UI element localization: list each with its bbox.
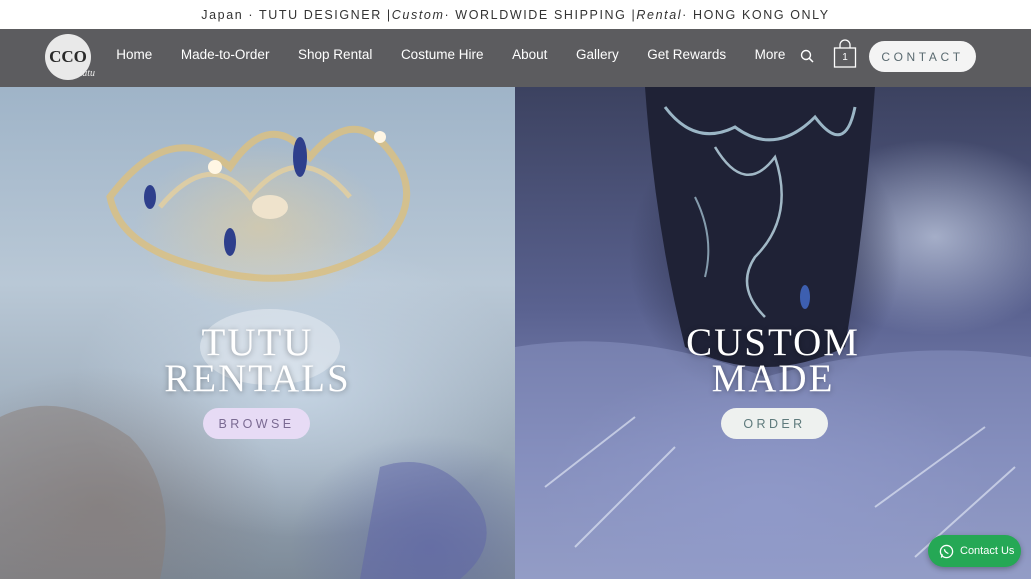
custom-made-title-line1: CUSTOM	[686, 321, 860, 364]
rentals-title-line1: TUTU	[201, 321, 314, 364]
rentals-title-line2: RENTALS	[164, 357, 351, 400]
announcement-text-2: Custom	[391, 7, 445, 22]
nav-item-about[interactable]: About	[498, 47, 562, 62]
nav-item-made-to-order[interactable]: Made-to-Order	[167, 47, 284, 62]
order-button[interactable]: ORDER	[721, 408, 828, 439]
contact-us-chat-button[interactable]: Contact Us	[928, 535, 1021, 567]
logo-mark: CCO	[49, 47, 87, 66]
browse-button[interactable]: BROWSE	[203, 408, 310, 439]
cart-button[interactable]: 1	[833, 39, 857, 68]
search-icon[interactable]	[800, 49, 814, 63]
rentals-panel[interactable]: TUTU RENTALS BROWSE	[0, 87, 515, 579]
chat-label: Contact Us	[960, 545, 1015, 557]
nav-item-home[interactable]: Home	[102, 47, 167, 62]
main-menu: Home Made-to-Order Shop Rental Costume H…	[102, 29, 800, 79]
nav-item-costume-hire[interactable]: Costume Hire	[387, 47, 498, 62]
whatsapp-icon	[939, 544, 954, 558]
announcement-text-5: · HONG KONG ONLY	[682, 7, 830, 22]
cart-count: 1	[842, 52, 848, 63]
announcement-bar: Japan · TUTU DESIGNER | Custom · WORLDWI…	[0, 0, 1031, 29]
rentals-title: TUTU RENTALS	[0, 321, 515, 400]
nav-item-gallery[interactable]: Gallery	[562, 47, 633, 62]
announcement-text-3: · WORLDWIDE SHIPPING |	[444, 7, 637, 22]
site-header: CCO tutu Home Made-to-Order Shop Rental …	[0, 29, 1031, 87]
nav-item-more[interactable]: More	[740, 47, 799, 62]
announcement-text-4: Rental	[636, 7, 683, 22]
contact-button[interactable]: CONTACT	[869, 41, 976, 72]
custom-made-title: CUSTOM MADE	[515, 321, 1031, 400]
announcement-text-1: Japan · TUTU DESIGNER |	[201, 7, 392, 22]
nav-item-shop-rental[interactable]: Shop Rental	[284, 47, 387, 62]
custom-made-title-line2: MADE	[711, 357, 835, 400]
nav-item-get-rewards[interactable]: Get Rewards	[633, 47, 740, 62]
logo-sub: tutu	[79, 68, 95, 79]
site-logo[interactable]: CCO tutu	[45, 34, 95, 80]
custom-made-panel[interactable]: CUSTOM MADE ORDER	[515, 87, 1031, 579]
